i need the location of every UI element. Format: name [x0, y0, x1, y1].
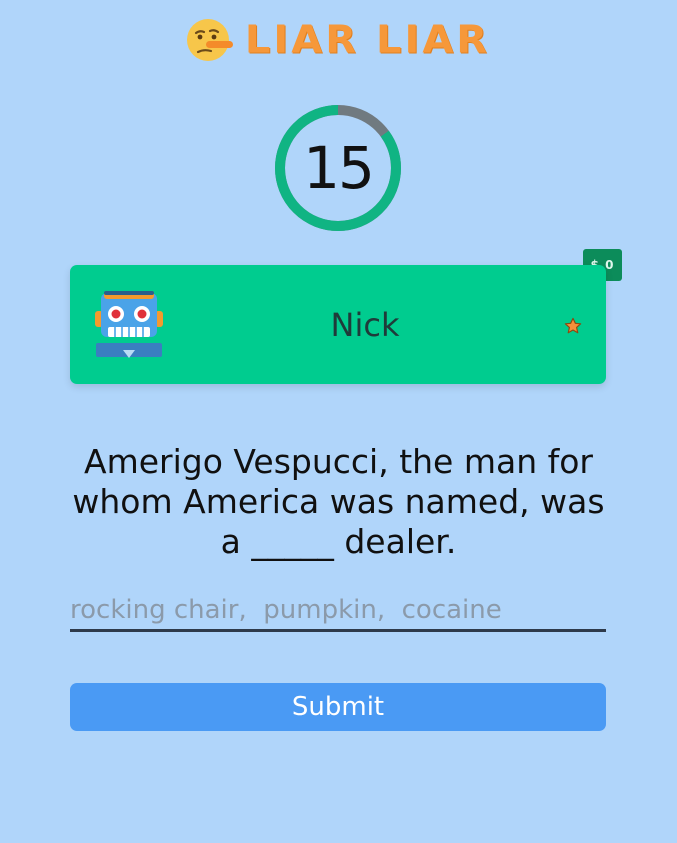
question-text: Amerigo Vespucci, the man for whom Ameri… [72, 442, 605, 561]
game-screen: LIAR LIAR 15 $ 0 Nick [0, 0, 677, 843]
app-header: LIAR LIAR [0, 14, 677, 66]
star-icon [564, 317, 582, 334]
countdown-timer: 15 [274, 104, 402, 232]
robot-icon [95, 291, 163, 358]
answer-input[interactable] [70, 590, 606, 632]
lying-face-icon [186, 19, 233, 61]
player-card: Nick [70, 265, 606, 384]
submit-button[interactable]: Submit [70, 683, 606, 731]
timer-seconds: 15 [303, 134, 375, 202]
app-title: LIAR LIAR [244, 18, 491, 62]
